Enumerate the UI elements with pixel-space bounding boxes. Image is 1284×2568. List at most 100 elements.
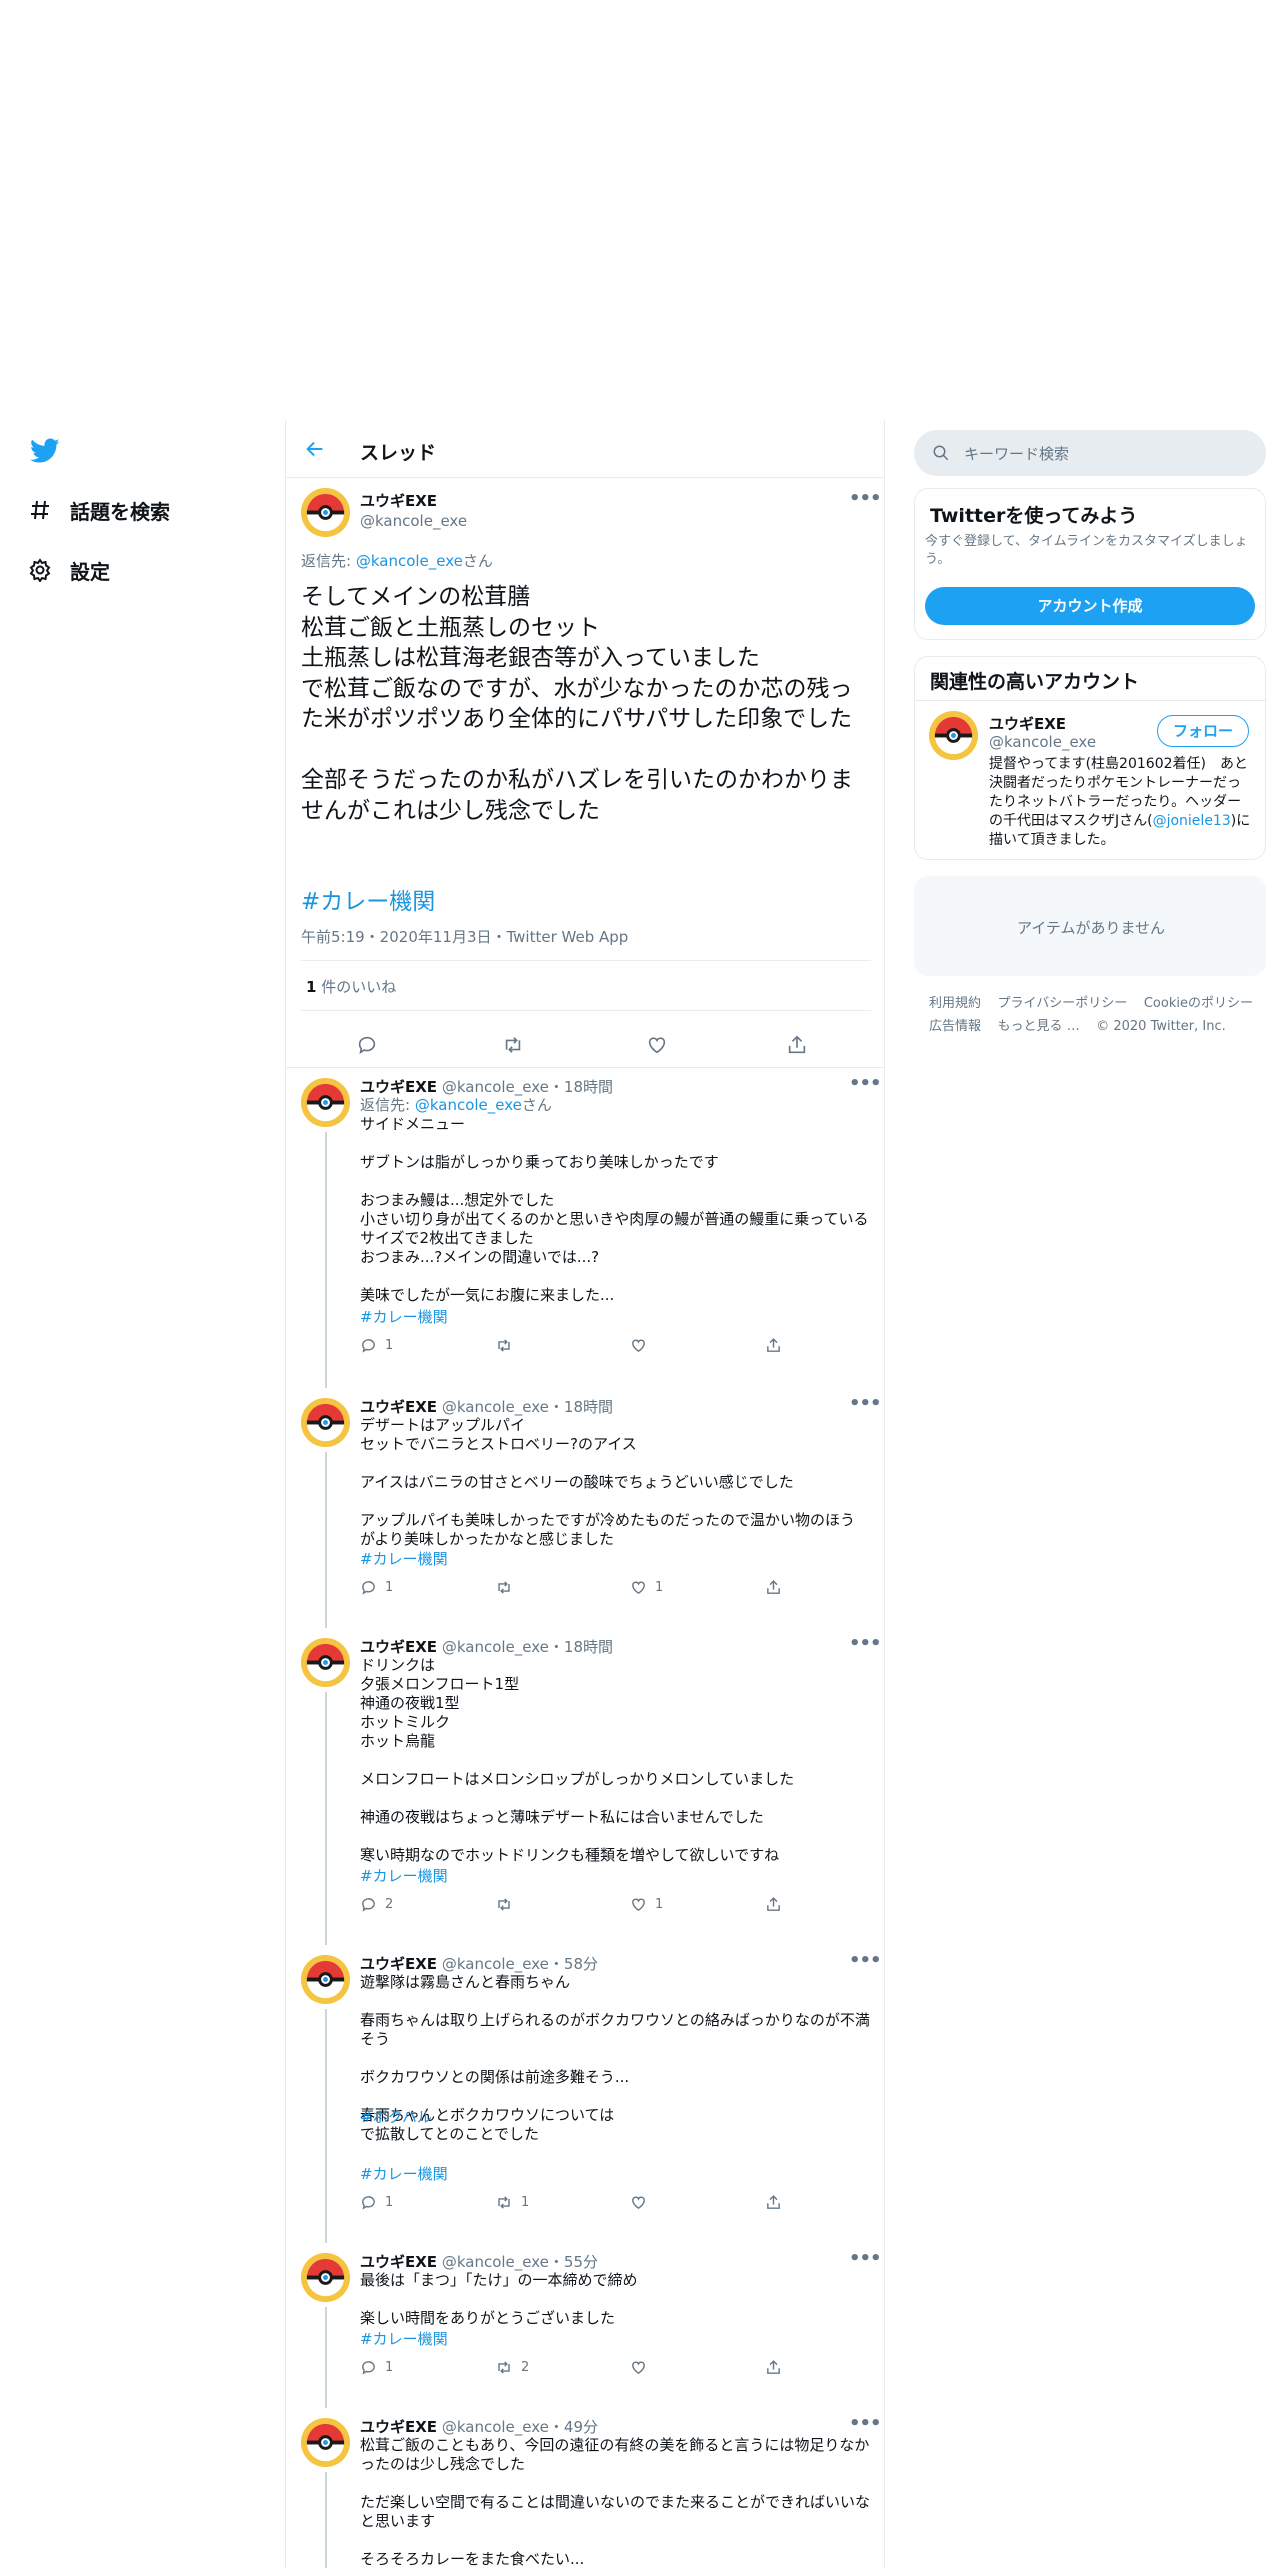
avatar[interactable] bbox=[929, 711, 978, 760]
bio-link[interactable]: @joniele13 bbox=[1153, 813, 1231, 829]
avatar[interactable] bbox=[301, 2253, 350, 2302]
share-icon[interactable] bbox=[786, 1034, 808, 1056]
more-options-icon[interactable]: ••• bbox=[849, 488, 882, 509]
reply-suffix: さん bbox=[521, 1096, 552, 1114]
reply-icon[interactable] bbox=[356, 1034, 378, 1056]
more-options-icon[interactable]: ••• bbox=[849, 1633, 882, 1654]
retweet-button[interactable] bbox=[495, 1337, 521, 1354]
reply-author[interactable]: ユウギEXE @kancole_exe・18時間 bbox=[360, 1396, 613, 1417]
reply-tweet[interactable]: ユウギEXE @kancole_exe・18時間 ••• デザートはアップルパイ… bbox=[286, 1388, 884, 1628]
more-options-icon[interactable]: ••• bbox=[849, 1073, 882, 1094]
trends-card: アイテムがありません bbox=[914, 876, 1266, 976]
reply-button[interactable]: 2 bbox=[360, 1896, 393, 1913]
like-icon[interactable] bbox=[646, 1034, 668, 1056]
twitter-logo-icon[interactable] bbox=[30, 438, 60, 464]
back-arrow-icon[interactable] bbox=[304, 438, 326, 460]
footer-links-2: 広告情報 もっと見る … © 2020 Twitter, Inc. bbox=[929, 1015, 1226, 1034]
gear-icon bbox=[28, 558, 52, 582]
reply-count: 2 bbox=[385, 1897, 394, 1912]
terms-link[interactable]: 利用規約 bbox=[929, 996, 981, 1011]
account-handle[interactable]: @kancole_exe bbox=[989, 733, 1096, 751]
reply-author[interactable]: ユウギEXE @kancole_exe・55分 bbox=[360, 2251, 598, 2272]
create-account-button[interactable]: アカウント作成 bbox=[925, 587, 1255, 625]
search-input[interactable]: キーワード検索 bbox=[964, 443, 1069, 464]
reply-button[interactable]: 1 bbox=[360, 2194, 393, 2211]
retweet-icon[interactable] bbox=[501, 1034, 525, 1056]
reply-author[interactable]: ユウギEXE @kancole_exe・58分 bbox=[360, 1953, 598, 1974]
follow-button[interactable]: フォロー bbox=[1157, 715, 1249, 747]
avatar[interactable] bbox=[301, 2418, 350, 2467]
like-icon bbox=[632, 1898, 645, 1912]
share-button[interactable] bbox=[765, 2359, 782, 2376]
nav-explore[interactable]: 話題を検索 bbox=[28, 490, 170, 530]
reply-author[interactable]: ユウギEXE @kancole_exe・18時間 bbox=[360, 1636, 613, 1657]
avatar[interactable] bbox=[301, 1078, 350, 1127]
retweet-button[interactable] bbox=[495, 1896, 521, 1913]
author-name[interactable]: ユウギEXE bbox=[360, 490, 437, 511]
retweet-button[interactable]: 2 bbox=[495, 2359, 529, 2376]
author-handle: @kancole_exe bbox=[441, 1398, 549, 1416]
hashtag-link[interactable]: #カレー機関 bbox=[301, 882, 435, 916]
more-options-icon[interactable]: ••• bbox=[849, 1950, 882, 1971]
hashtag-link[interactable]: #カレー機関 bbox=[360, 2163, 448, 2184]
more-options-icon[interactable]: ••• bbox=[849, 1393, 882, 1414]
account-name[interactable]: ユウギEXE bbox=[989, 713, 1066, 734]
reply-tweet[interactable]: ユウギEXE @kancole_exe・58分 ••• 遊撃隊は霧島さんと春雨ち… bbox=[286, 1945, 884, 2243]
like-button[interactable]: 1 bbox=[630, 1579, 663, 1596]
like-button[interactable] bbox=[630, 1337, 655, 1354]
privacy-link[interactable]: プライバシーポリシー bbox=[998, 996, 1128, 1011]
hashtag-link[interactable]: #カレー機関 bbox=[360, 1865, 448, 1886]
reply-button[interactable]: 1 bbox=[360, 1579, 393, 1596]
reply-tweet[interactable]: ユウギEXE @kancole_exe・18時間 ••• 返信先: @kanco… bbox=[286, 1068, 884, 1388]
more-link[interactable]: もっと見る bbox=[998, 1019, 1063, 1034]
likes-count[interactable]: 1 件のいいね bbox=[306, 976, 396, 997]
tweet-actions bbox=[286, 1020, 884, 1068]
author-handle[interactable]: @kancole_exe bbox=[360, 512, 467, 530]
reply-author[interactable]: ユウギEXE @kancole_exe・49分 bbox=[360, 2416, 598, 2437]
more-dots-icon: … bbox=[1062, 1019, 1080, 1034]
retweet-button[interactable] bbox=[495, 1579, 521, 1596]
share-button[interactable] bbox=[765, 1337, 782, 1354]
avatar[interactable] bbox=[301, 1398, 350, 1447]
reply-button[interactable]: 1 bbox=[360, 2359, 393, 2376]
author-handle: @kancole_exe bbox=[441, 1955, 549, 1973]
divider bbox=[301, 1010, 871, 1011]
reply-tweet[interactable]: ユウギEXE @kancole_exe・18時間 ••• ドリンクは 夕張メロン… bbox=[286, 1628, 884, 1945]
search-box[interactable]: キーワード検索 bbox=[914, 430, 1266, 476]
reply-to-handle[interactable]: @kancole_exe bbox=[415, 1096, 522, 1114]
like-button[interactable] bbox=[630, 2359, 655, 2376]
reply-tweet[interactable]: ユウギEXE @kancole_exe・55分 ••• 最後は「まつ」「たけ」の… bbox=[286, 2243, 884, 2408]
avatar[interactable] bbox=[301, 1638, 350, 1687]
reply-author[interactable]: ユウギEXE @kancole_exe・18時間 bbox=[360, 1076, 613, 1097]
more-options-icon[interactable]: ••• bbox=[849, 2248, 882, 2269]
retweet-button[interactable]: 1 bbox=[495, 2194, 529, 2211]
like-button[interactable]: 1 bbox=[630, 1896, 663, 1913]
page-title: スレッド bbox=[360, 442, 437, 464]
reply-tweet[interactable]: ユウギEXE @kancole_exe・49分 ••• 松茸ご飯のこともあり、今… bbox=[286, 2408, 884, 2568]
reply-time: ・18時間 bbox=[548, 1398, 613, 1416]
reply-text: デザートはアップルパイ セットでバニラとストロベリー?のアイス アイスはバニラの… bbox=[360, 1416, 856, 1548]
hashtag-link[interactable]: #カレー機関 bbox=[360, 1306, 448, 1327]
nav-settings[interactable]: 設定 bbox=[28, 550, 110, 590]
share-button[interactable] bbox=[765, 2194, 782, 2211]
avatar[interactable] bbox=[301, 1955, 350, 2004]
reply-text: ドリンクは 夕張メロンフロート1型 神通の夜戦1型 ホットミルク ホット烏龍 メ… bbox=[360, 1656, 795, 1864]
likes-number: 1 bbox=[306, 978, 317, 996]
share-button[interactable] bbox=[765, 1579, 782, 1596]
like-icon bbox=[632, 1581, 645, 1595]
like-button[interactable] bbox=[630, 2194, 655, 2211]
reply-count: 1 bbox=[385, 2360, 394, 2375]
reply-button[interactable]: 1 bbox=[360, 1337, 393, 1354]
cookie-link[interactable]: Cookieのポリシー bbox=[1144, 996, 1253, 1011]
share-button[interactable] bbox=[765, 1896, 782, 1913]
hashtag-link[interactable]: #カレー機関 bbox=[360, 1548, 448, 1569]
tweet-timestamp[interactable]: 午前5:19・2020年11月3日・Twitter Web App bbox=[301, 926, 628, 947]
reply-to-handle[interactable]: @kancole_exe bbox=[356, 552, 463, 570]
avatar[interactable] bbox=[301, 488, 350, 537]
hashtag-link[interactable]: #カレー機関 bbox=[360, 2328, 448, 2349]
author-name: ユウギEXE bbox=[360, 1638, 438, 1656]
hashtag-link[interactable]: #ボクハル bbox=[360, 2106, 432, 2127]
reply-icon bbox=[362, 1898, 375, 1912]
ads-info-link[interactable]: 広告情報 bbox=[929, 1019, 981, 1034]
more-options-icon[interactable]: ••• bbox=[849, 2413, 882, 2434]
